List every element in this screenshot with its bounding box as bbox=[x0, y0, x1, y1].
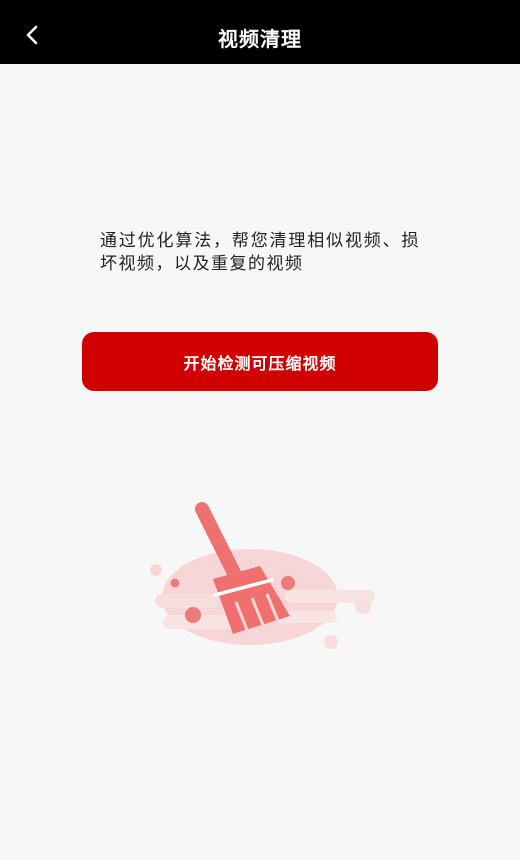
top-app-bar: 视频清理 bbox=[0, 0, 520, 64]
dot bbox=[185, 607, 201, 623]
start-scan-button[interactable]: 开始检测可压缩视频 bbox=[82, 332, 438, 391]
dot bbox=[324, 635, 338, 649]
dot bbox=[170, 578, 180, 588]
streak bbox=[155, 594, 219, 608]
broom-icon bbox=[150, 502, 375, 649]
dot bbox=[281, 576, 295, 590]
description-text: 通过优化算法，帮您清理相似视频、损坏视频，以及重复的视频 bbox=[100, 231, 420, 274]
page-title: 视频清理 bbox=[218, 27, 302, 51]
dot bbox=[355, 598, 371, 614]
dot bbox=[150, 564, 162, 576]
